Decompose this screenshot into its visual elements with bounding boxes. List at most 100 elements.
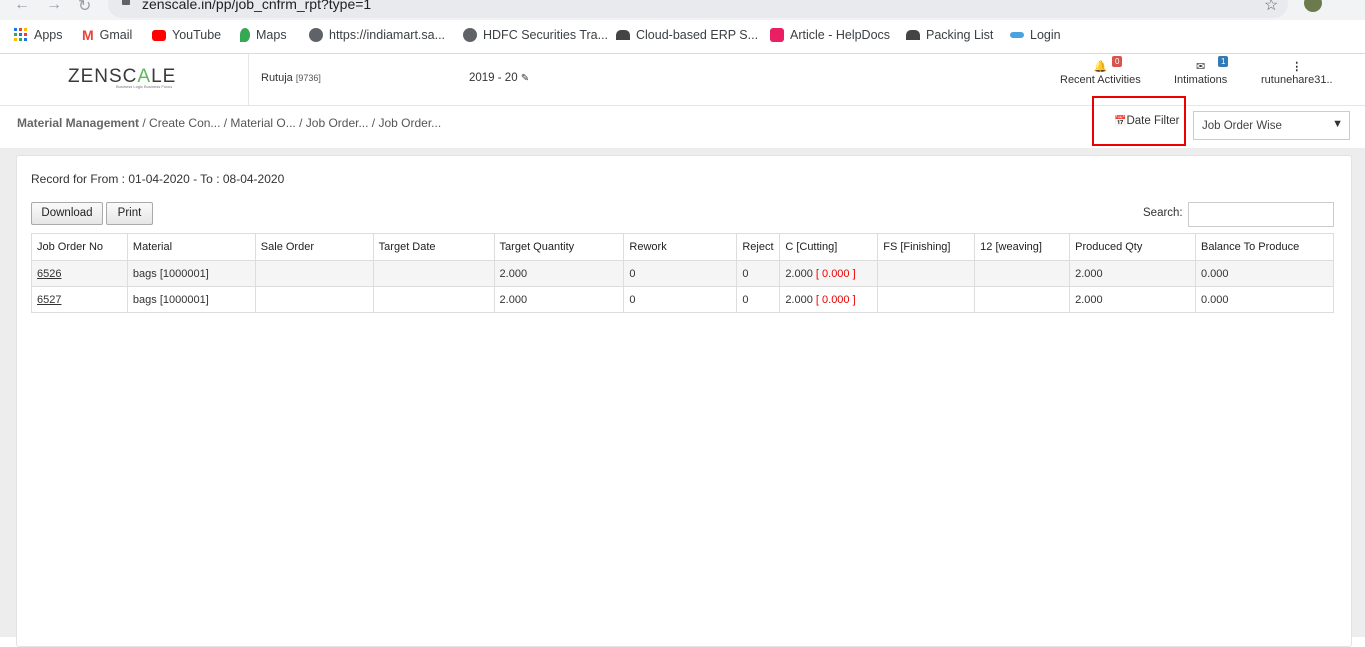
grouping-select-value: Job Order Wise xyxy=(1202,120,1282,132)
cell-job-order-no: 6527 xyxy=(31,286,128,313)
breadcrumb: Material Management / Create Con... / Ma… xyxy=(17,116,441,130)
cell-target-date xyxy=(372,260,495,287)
bookmark-label: Login xyxy=(1030,28,1061,42)
back-arrow-icon[interactable]: ← xyxy=(14,0,30,14)
recent-activities[interactable]: 🔔 Recent Activities xyxy=(1060,60,1141,86)
print-button[interactable]: Print xyxy=(106,202,153,225)
reload-icon[interactable]: ↻ xyxy=(78,0,91,16)
bookmark-indiamart[interactable]: https://indiamart.sa... xyxy=(309,28,445,42)
bookmark-login[interactable]: Login xyxy=(1010,28,1061,42)
recent-activities-badge: 0 xyxy=(1112,56,1123,67)
user-info: Rutuja [9736] xyxy=(261,72,321,84)
bookmark-hdfc[interactable]: HDFC Securities Tra... xyxy=(463,28,608,42)
cell-material: bags [1000001] xyxy=(126,286,256,313)
column-header[interactable]: 12 [weaving] xyxy=(974,233,1071,261)
cell-balance: 0.000 xyxy=(1195,260,1334,287)
bookmark-cloud-erp[interactable]: Cloud-based ERP S... xyxy=(616,28,758,42)
profile-avatar[interactable] xyxy=(1304,0,1322,12)
url-text[interactable]: zenscale.in/pp/job_cnfrm_rpt?type=1 xyxy=(142,0,371,12)
cell-sale-order xyxy=(254,260,374,287)
column-header[interactable]: Rework xyxy=(623,233,738,261)
column-header[interactable]: Balance To Produce xyxy=(1195,233,1334,261)
cutting-pending: [ 0.000 ] xyxy=(815,293,856,306)
grouping-select[interactable]: Job Order Wise ▼ xyxy=(1193,111,1350,140)
recent-activities-label: Recent Activities xyxy=(1060,74,1141,86)
account-menu[interactable]: ⋮ rutunehare31.. xyxy=(1261,60,1333,86)
intimations-badge: 1 xyxy=(1218,56,1229,67)
header-divider xyxy=(248,54,249,105)
job-order-table: Job Order No Material Sale Order Target … xyxy=(31,233,1334,313)
column-header[interactable]: Target Quantity xyxy=(493,233,625,261)
cell-weaving xyxy=(974,260,1071,287)
table-row: 6527 bags [1000001] 2.000 0 0 2.000 [ 0.… xyxy=(31,286,1334,313)
browser-toolbar: ← → ↻ zenscale.in/pp/job_cnfrm_rpt?type=… xyxy=(0,0,1365,20)
cell-weaving xyxy=(974,286,1071,313)
bookmark-youtube[interactable]: YouTube xyxy=(152,28,221,42)
bookmark-label: Cloud-based ERP S... xyxy=(636,28,759,42)
cell-material: bags [1000001] xyxy=(126,260,256,287)
bookmark-gmail[interactable]: M Gmail xyxy=(82,28,132,42)
cell-rework: 0 xyxy=(623,260,738,287)
maps-icon xyxy=(240,28,250,42)
column-header[interactable]: Produced Qty xyxy=(1069,233,1196,261)
forward-arrow-icon[interactable]: → xyxy=(46,0,62,14)
bookmark-apps[interactable]: Apps xyxy=(14,28,63,42)
login-icon xyxy=(1010,32,1024,38)
bookmark-helpdocs[interactable]: Article - HelpDocs xyxy=(770,28,890,42)
bookmark-label: Packing List xyxy=(926,28,994,42)
logo-tagline: Business Logic Business Focus xyxy=(116,84,173,89)
youtube-icon xyxy=(152,29,166,41)
job-order-link[interactable]: 6527 xyxy=(37,294,61,306)
bookmark-label: Article - HelpDocs xyxy=(790,28,891,42)
column-header[interactable]: FS [Finishing] xyxy=(877,233,976,261)
cell-produced-qty: 2.000 xyxy=(1069,260,1196,287)
account-label: rutunehare31.. xyxy=(1261,74,1333,86)
cell-produced-qty: 2.000 xyxy=(1069,286,1196,313)
bookmark-label: YouTube xyxy=(172,28,222,42)
globe-icon xyxy=(463,28,477,42)
cell-cutting: 2.000 [ 0.000 ] xyxy=(779,260,879,287)
cell-job-order-no: 6526 xyxy=(31,260,128,287)
fiscal-year[interactable]: 2019 - 20 ✎ xyxy=(469,72,529,84)
cutting-pending: [ 0.000 ] xyxy=(815,267,856,280)
person-icon xyxy=(906,30,920,40)
bookmark-label: Apps xyxy=(34,28,63,42)
column-header[interactable]: Reject xyxy=(736,233,781,261)
table-header-row: Job Order No Material Sale Order Target … xyxy=(31,233,1334,261)
chevron-down-icon: ▼ xyxy=(1332,118,1343,130)
breadcrumb-trail[interactable]: / Create Con... / Material O... / Job Or… xyxy=(139,116,441,130)
cell-target-date xyxy=(372,286,495,313)
cell-rework: 0 xyxy=(623,286,738,313)
cell-finishing xyxy=(877,260,976,287)
column-header[interactable]: Job Order No xyxy=(31,233,128,261)
globe-icon xyxy=(309,28,323,42)
bookmark-star-icon[interactable]: ☆ xyxy=(1264,0,1278,15)
intimations-label: Intimations xyxy=(1174,74,1228,86)
column-header[interactable]: C [Cutting] xyxy=(779,233,879,261)
bookmark-label: https://indiamart.sa... xyxy=(329,28,446,42)
cell-target-quantity: 2.000 xyxy=(493,260,625,287)
column-header[interactable]: Sale Order xyxy=(254,233,374,261)
table-row: 6526 bags [1000001] 2.000 0 0 2.000 [ 0.… xyxy=(31,260,1334,287)
gmail-icon: M xyxy=(82,27,94,43)
cell-sale-order xyxy=(254,286,374,313)
cell-target-quantity: 2.000 xyxy=(493,286,625,313)
job-order-link[interactable]: 6526 xyxy=(37,268,61,280)
apps-grid-icon xyxy=(14,28,27,41)
breadcrumb-root[interactable]: Material Management xyxy=(17,116,139,130)
bookmark-maps[interactable]: Maps xyxy=(240,28,287,42)
person-icon xyxy=(616,30,630,40)
search-input[interactable] xyxy=(1188,202,1334,227)
cell-finishing xyxy=(877,286,976,313)
calendar-icon: 📅 xyxy=(1114,116,1127,127)
bookmark-packing-list[interactable]: Packing List xyxy=(906,28,993,42)
date-filter-button[interactable]: 📅Date Filter xyxy=(1114,115,1180,127)
report-panel xyxy=(16,155,1352,647)
kebab-menu-icon: ⋮ xyxy=(1291,61,1303,73)
column-header[interactable]: Target Date xyxy=(372,233,495,261)
bookmark-label: HDFC Securities Tra... xyxy=(483,28,609,42)
download-button[interactable]: Download xyxy=(31,202,103,225)
cell-reject: 0 xyxy=(736,286,781,313)
edit-icon[interactable]: ✎ xyxy=(521,73,529,84)
column-header[interactable]: Material xyxy=(126,233,256,261)
